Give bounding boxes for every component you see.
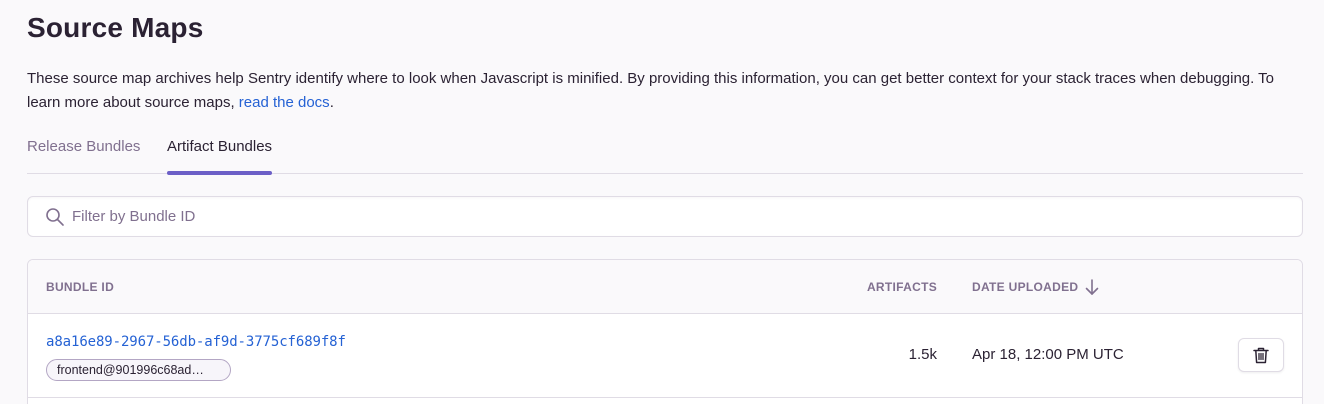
tab-artifact-bundles[interactable]: Artifact Bundles <box>167 132 273 175</box>
description-suffix: . <box>329 94 334 111</box>
table-header: Bundle ID Artifacts Date Uploaded <box>28 260 1302 314</box>
date-uploaded: Apr 18, 12:00 PM UTC <box>972 346 1124 363</box>
bundle-id-link[interactable]: a8a16e89-2967-56db-af9d-3775cf689f8f <box>46 334 346 350</box>
arrow-down-icon[interactable] <box>1084 278 1100 296</box>
page-title: Source Maps <box>27 12 204 43</box>
header-artifacts: Artifacts <box>866 280 937 294</box>
header-date-uploaded[interactable]: Date Uploaded <box>972 280 1078 294</box>
table-row: a8a16e89-2967-56db-af9d-3775cf689f8f fro… <box>28 314 1302 398</box>
tab-bar: Release Bundles Artifact Bundles <box>27 132 1303 175</box>
description-text: These source map archives help Sentry id… <box>27 70 1275 111</box>
page-description: These source map archives help Sentry id… <box>27 67 1287 115</box>
search-input[interactable] <box>72 197 1272 236</box>
release-tag[interactable]: frontend@901996c68ad… <box>46 359 231 381</box>
tab-release-bundles[interactable]: Release Bundles <box>27 132 140 174</box>
docs-link[interactable]: read the docs <box>239 94 330 111</box>
delete-button[interactable] <box>1238 338 1284 372</box>
bundles-table: Bundle ID Artifacts Date Uploaded a8a16e… <box>27 259 1303 404</box>
trash-icon <box>1253 347 1269 364</box>
search-bar <box>27 196 1303 237</box>
search-icon <box>46 208 64 226</box>
artifacts-count: 1.5k <box>908 346 937 363</box>
header-bundle-id: Bundle ID <box>46 280 115 294</box>
